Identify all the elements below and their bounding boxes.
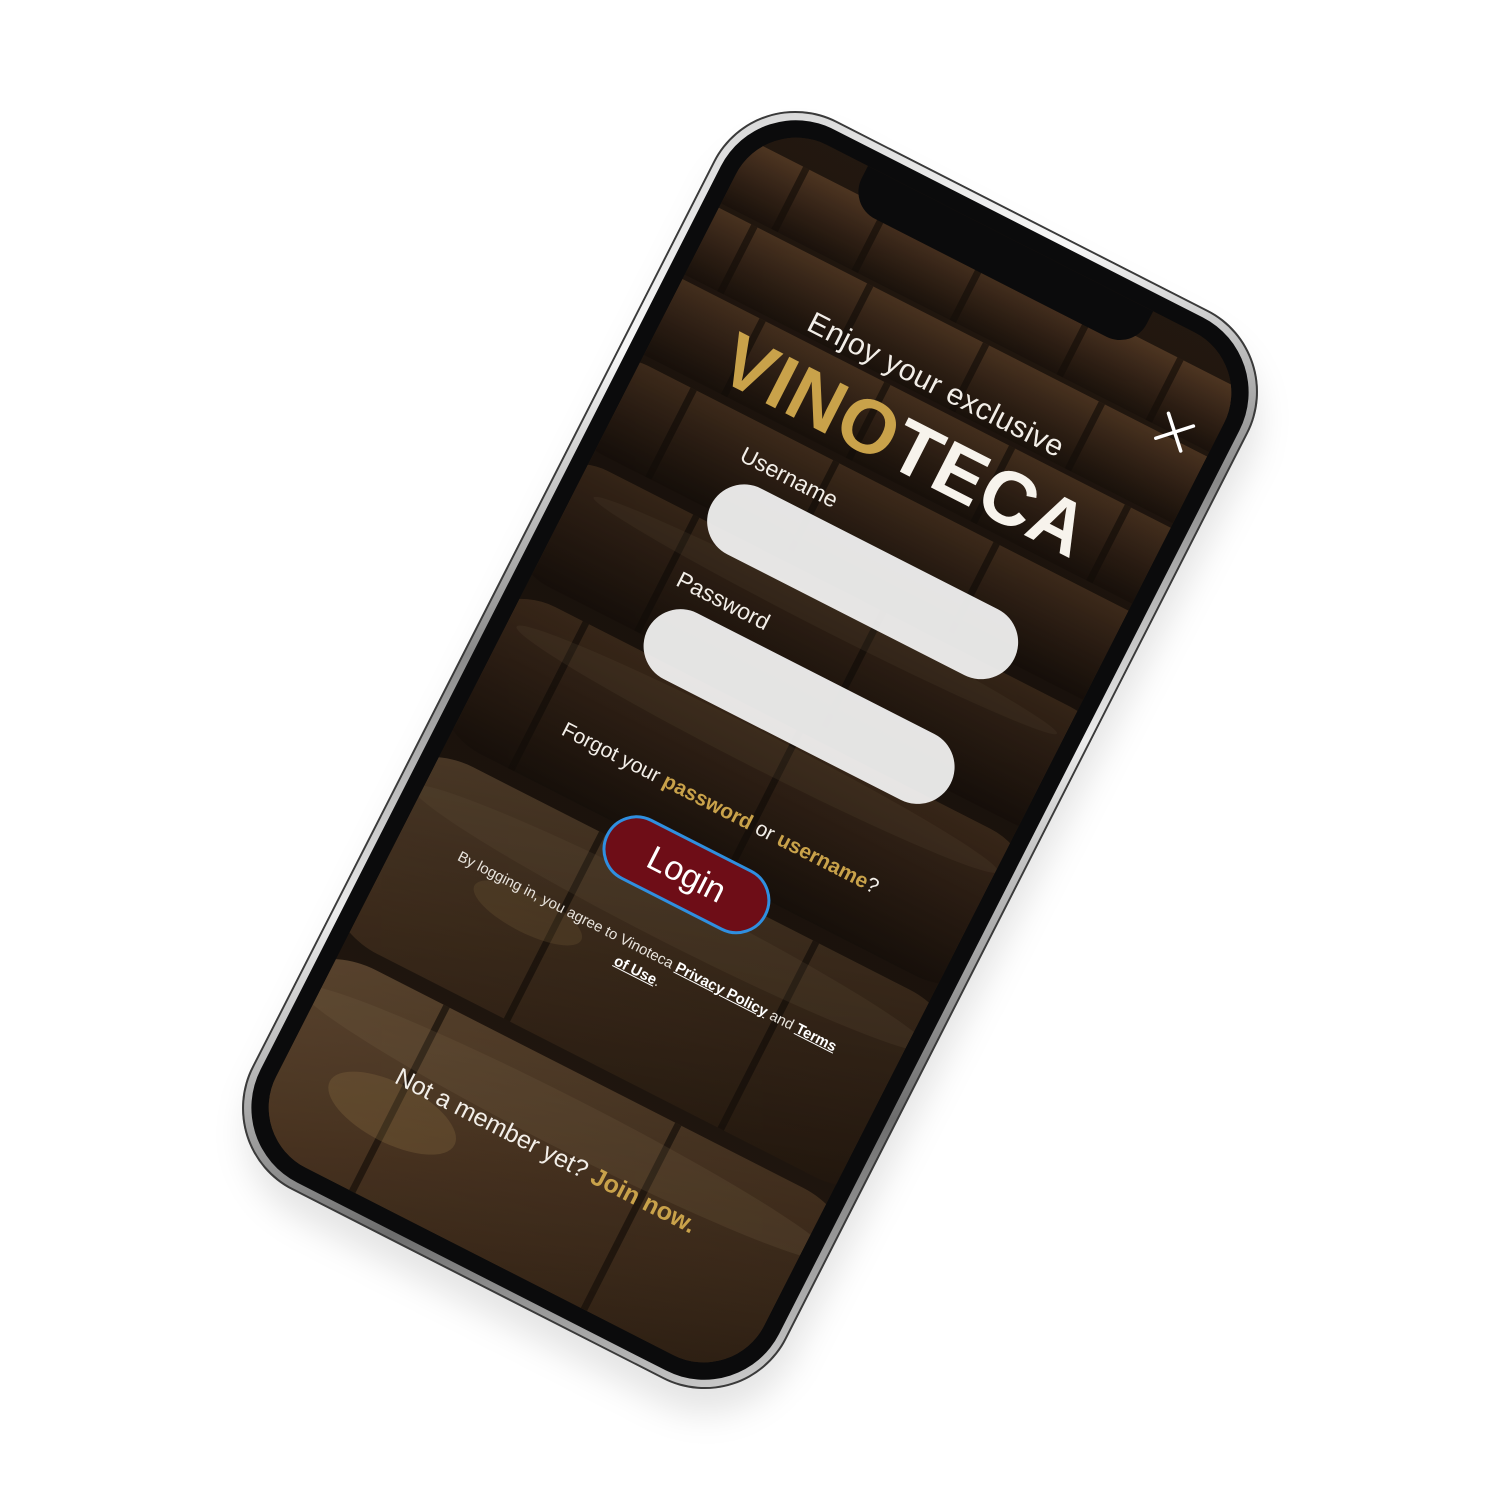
page: Enjoy your exclusive VINOTECA Username P… <box>0 0 1500 1500</box>
app-screen: Enjoy your exclusive VINOTECA Username P… <box>245 114 1255 1386</box>
phone-mockup: Enjoy your exclusive VINOTECA Username P… <box>210 79 1293 1447</box>
